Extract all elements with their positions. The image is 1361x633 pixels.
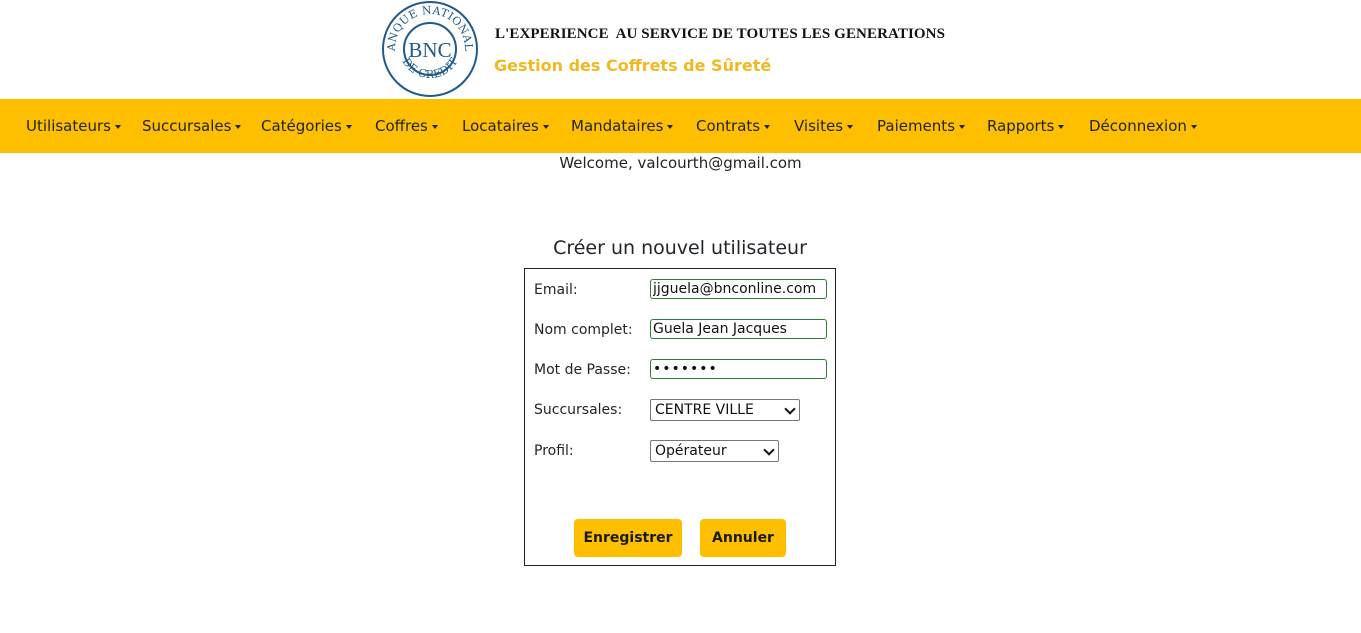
nav-coffres[interactable]: Coffres (375, 99, 438, 153)
full-name-field[interactable] (650, 319, 827, 339)
nav-utilisateurs[interactable]: Utilisateurs (26, 99, 121, 153)
email-field[interactable] (650, 279, 827, 299)
password-label: Mot de Passe: (534, 362, 631, 378)
caret-down-icon (1058, 125, 1065, 129)
profile-label: Profil: (534, 443, 574, 459)
bnc-logo: BANQUE NATIONALE DE CREDIT BNC (381, 0, 478, 97)
cancel-button[interactable]: Annuler (700, 519, 786, 557)
welcome-message: Welcome, valcourth@gmail.com (559, 154, 802, 172)
caret-down-icon (345, 125, 352, 129)
main-navbar: Utilisateurs Succursales Catégories Coff… (0, 99, 1361, 153)
caret-down-icon (235, 125, 242, 129)
caret-down-icon (431, 125, 438, 129)
nav-paiements[interactable]: Paiements (877, 99, 966, 153)
nav-locataires[interactable]: Locataires (462, 99, 549, 153)
nav-visites[interactable]: Visites (794, 99, 854, 153)
email-label: Email: (534, 282, 578, 298)
nav-mandataires[interactable]: Mandataires (571, 99, 674, 153)
password-field[interactable] (650, 359, 827, 379)
caret-down-icon (1190, 125, 1197, 129)
branch-label: Succursales: (534, 402, 623, 418)
slogan: L'EXPERIENCE AU SERVICE DE TOUTES LES GE… (495, 26, 946, 42)
page-header: BANQUE NATIONALE DE CREDIT BNC L'EXPERIE… (0, 0, 1361, 99)
chevron-down-icon (784, 403, 796, 415)
app-subtitle: Gestion des Coffrets de Sûreté (494, 56, 772, 75)
caret-down-icon (542, 125, 549, 129)
svg-text:BNC: BNC (408, 38, 451, 62)
nav-succursales[interactable]: Succursales (142, 99, 242, 153)
caret-down-icon (667, 125, 674, 129)
nav-deconnexion[interactable]: Déconnexion (1089, 99, 1197, 153)
branch-select[interactable]: CENTRE VILLE (650, 399, 800, 421)
form-title: Créer un nouvel utilisateur (553, 237, 807, 259)
create-user-form: Email: Nom complet: Mot de Passe: Succur… (524, 268, 836, 566)
nav-rapports[interactable]: Rapports (987, 99, 1065, 153)
caret-down-icon (959, 125, 966, 129)
name-label: Nom complet: (534, 322, 633, 338)
nav-categories[interactable]: Catégories (261, 99, 352, 153)
caret-down-icon (114, 125, 121, 129)
chevron-down-icon (763, 444, 775, 456)
save-button[interactable]: Enregistrer (574, 519, 682, 557)
caret-down-icon (764, 125, 771, 129)
profile-select[interactable]: Opérateur (650, 440, 779, 462)
nav-contrats[interactable]: Contrats (696, 99, 771, 153)
caret-down-icon (847, 125, 854, 129)
